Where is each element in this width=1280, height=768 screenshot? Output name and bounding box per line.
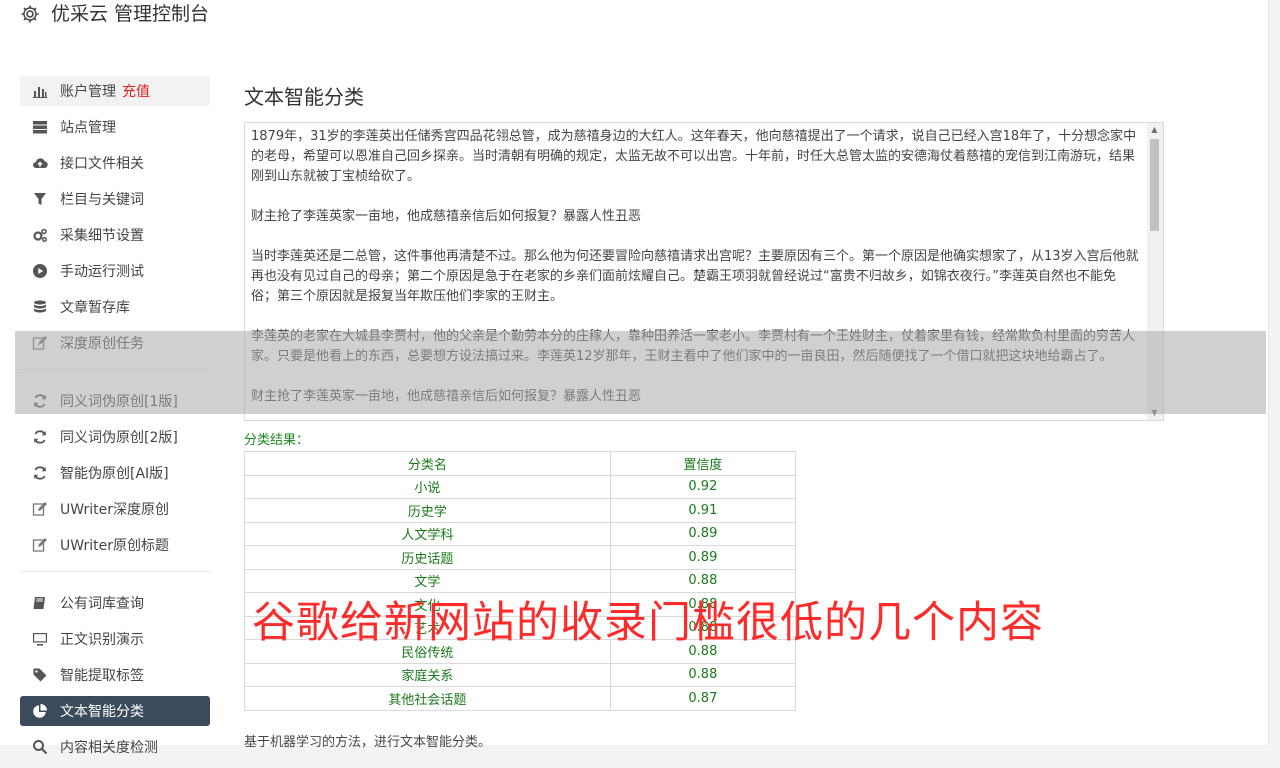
sidebar-item[interactable]: UWriter深度原创: [20, 494, 210, 524]
sidebar-item-label: 智能提取标签: [60, 668, 144, 684]
bar-chart-icon: [31, 82, 49, 100]
app-title: 优采云 管理控制台: [51, 3, 210, 25]
confidence-cell: 0.89: [609, 521, 797, 546]
filter-icon: [31, 190, 49, 208]
sidebar-item-label: 接口文件相关: [60, 156, 144, 172]
scroll-up-arrow-icon[interactable]: ▲: [1150, 125, 1159, 135]
result-label: 分类结果：: [244, 433, 310, 448]
category-cell: 其他社会话题: [244, 686, 611, 711]
sidebar-item-label: 公有词库查询: [60, 596, 144, 612]
column-header-category: 分类名: [244, 451, 611, 476]
confidence-cell: 0.87: [609, 686, 797, 711]
gray-overlay-band: [15, 331, 1266, 414]
category-cell: 历史话题: [244, 545, 611, 570]
top-bar: 优采云 管理控制台: [0, 0, 1269, 53]
category-cell: 人文学科: [244, 521, 611, 546]
sidebar-item-label: 手动运行测试: [60, 264, 144, 280]
sidebar-item[interactable]: 文本智能分类: [20, 696, 210, 726]
book-icon: [31, 594, 49, 612]
sidebar: 账户管理充值站点管理接口文件相关栏目与关键词采集细节设置手动运行测试文章暂存库深…: [20, 76, 210, 768]
recharge-link[interactable]: 充值: [122, 81, 150, 101]
confidence-cell: 0.88: [609, 662, 797, 687]
edit-icon: [31, 536, 49, 554]
overlay-caption: 谷歌给新网站的收录门槛很低的几个内容: [252, 598, 1044, 648]
sidebar-item[interactable]: 栏目与关键词: [20, 184, 210, 214]
table-row: 其他社会话题 0.87: [244, 686, 797, 711]
sidebar-item-label: 账户管理: [60, 84, 116, 100]
sidebar-item-label: 栏目与关键词: [60, 192, 144, 208]
sidebar-item[interactable]: 智能伪原创[AI版]: [20, 458, 210, 488]
sidebar-item-label: 文章暂存库: [60, 300, 130, 316]
sidebar-item[interactable]: 账户管理 充值: [20, 76, 210, 106]
scroll-thumb[interactable]: [1150, 139, 1159, 231]
sidebar-item[interactable]: 文章暂存库: [20, 292, 210, 322]
category-cell: 家庭关系: [244, 662, 611, 687]
table-row: 人文学科 0.89: [244, 521, 797, 546]
edit-icon: [31, 500, 49, 518]
confidence-cell: 0.91: [609, 498, 797, 523]
play-circle-icon: [31, 262, 49, 280]
sidebar-item-label: 智能伪原创[AI版]: [60, 466, 169, 482]
category-cell: 历史学: [244, 498, 611, 523]
text-paragraph: 财主抢了李莲英家一亩地，他成慈禧亲信后如何报复？暴露人性丑恶: [251, 209, 642, 224]
sidebar-item-label: 同义词伪原创[2版]: [60, 430, 178, 446]
sidebar-item[interactable]: UWriter原创标题: [20, 530, 210, 560]
footnote: 基于机器学习的方法，进行文本智能分类。: [244, 734, 492, 750]
sidebar-divider: [20, 571, 210, 572]
confidence-cell: 0.89: [609, 545, 797, 570]
sidebar-item-label: 站点管理: [60, 120, 116, 136]
sidebar-item[interactable]: 公有词库查询: [20, 588, 210, 618]
sidebar-item[interactable]: 接口文件相关: [20, 148, 210, 178]
page-title: 文本智能分类: [244, 85, 364, 109]
table-row: 历史学 0.91: [244, 498, 797, 523]
table-row: 家庭关系 0.88: [244, 662, 797, 687]
refresh-icon: [31, 428, 49, 446]
cloud-upload-icon: [31, 154, 49, 172]
sidebar-item[interactable]: 内容相关度检测: [20, 732, 210, 762]
pie-chart-icon: [31, 702, 49, 720]
sidebar-item-label: 内容相关度检测: [60, 740, 158, 756]
table-row: 小说 0.92: [244, 474, 797, 499]
gear-icon[interactable]: [20, 4, 40, 24]
monitor-icon: [31, 630, 49, 648]
sidebar-item-label: UWriter深度原创: [60, 502, 169, 518]
table-header-row: 分类名 置信度: [244, 451, 797, 476]
cogs-icon: [31, 226, 49, 244]
server-icon: [31, 118, 49, 136]
sidebar-item-label: UWriter原创标题: [60, 538, 169, 554]
sidebar-item[interactable]: 采集细节设置: [20, 220, 210, 250]
sidebar-item[interactable]: 正文识别演示: [20, 624, 210, 654]
database-icon: [31, 298, 49, 316]
sidebar-item[interactable]: 手动运行测试: [20, 256, 210, 286]
sidebar-item-label: 正文识别演示: [60, 632, 144, 648]
text-paragraph: 1879年，31岁的李莲英出任储秀宫四品花翎总管，成为慈禧身边的大红人。这年春天…: [251, 129, 1137, 184]
column-header-confidence: 置信度: [609, 451, 797, 476]
tag-icon: [31, 666, 49, 684]
sidebar-item[interactable]: 站点管理: [20, 112, 210, 142]
category-cell: 小说: [244, 474, 611, 499]
sidebar-item-label: 采集细节设置: [60, 228, 144, 244]
table-row: 历史话题 0.89: [244, 545, 797, 570]
search-icon: [31, 738, 49, 756]
text-paragraph: 当时李莲英还是二总管，这件事他再清楚不过。那么他为何还要冒险向慈禧请求出宫呢？主…: [251, 249, 1139, 304]
confidence-cell: 0.92: [609, 474, 797, 499]
refresh-icon: [31, 464, 49, 482]
sidebar-item[interactable]: 同义词伪原创[2版]: [20, 422, 210, 452]
sidebar-item-label: 文本智能分类: [60, 704, 144, 720]
result-table: 分类名 置信度 小说 0.92 历史学 0.91 人文学科 0.89 历史话题 0.89 文学 0…: [244, 451, 797, 711]
sidebar-item[interactable]: 智能提取标签: [20, 660, 210, 690]
